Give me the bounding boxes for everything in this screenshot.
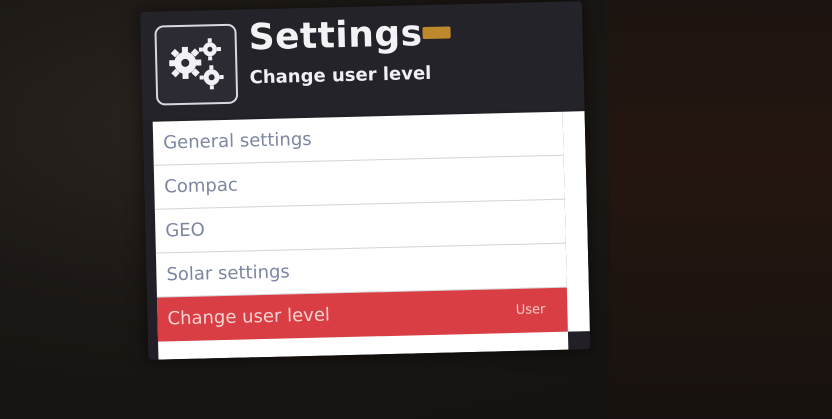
menu-item-change-user-level[interactable]: Change user level User [156, 287, 568, 342]
settings-menu: General settings Compac GEO Solar settin… [152, 111, 569, 360]
status-badge [422, 26, 451, 40]
menu-item-label: Solar settings [166, 261, 291, 286]
gears-icon [154, 23, 239, 106]
page-subtitle: Change user level [249, 62, 432, 89]
settings-header: Settings Change user level [140, 1, 585, 120]
device-screen: Settings Change user level General setti… [140, 1, 591, 360]
menu-item-label: GEO [165, 219, 206, 242]
page-title: Settings [248, 13, 424, 59]
menu-item-label: Compac [164, 174, 238, 198]
user-level-value: User [515, 302, 546, 318]
device-bezel [610, 0, 832, 419]
menu-item-label: Change user level [167, 304, 331, 330]
menu-item-label: General settings [162, 128, 312, 154]
